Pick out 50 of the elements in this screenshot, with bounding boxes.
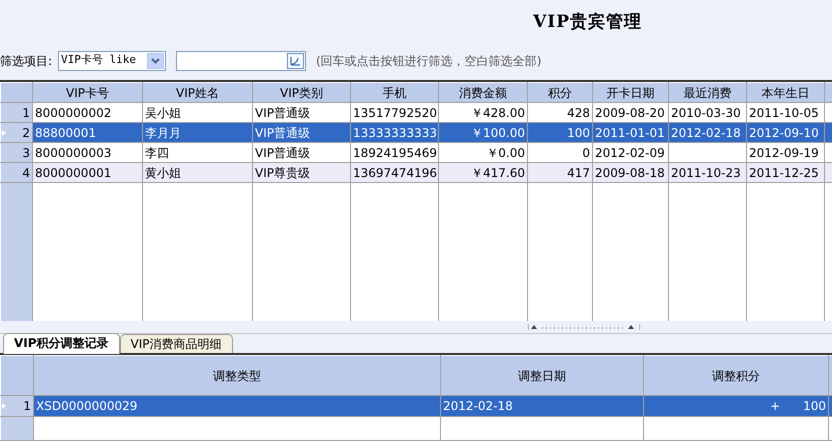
splitter-grip-icon[interactable]	[528, 324, 640, 330]
table-cell: 13333333333	[350, 122, 438, 142]
table-cell: 13697474196	[350, 162, 438, 182]
row-header[interactable]: 1	[0, 102, 32, 122]
filter-field-dropdown[interactable]: VIP卡号 like	[58, 50, 166, 70]
tab[interactable]: VIP积分调整记录	[3, 333, 120, 354]
current-row-arrow-icon	[2, 130, 6, 136]
column-header[interactable]: 本年生日	[746, 82, 824, 102]
table-cell: 2012-02-18	[440, 396, 644, 416]
tab[interactable]: VIP消费商品明细	[120, 334, 233, 353]
column-header[interactable]: VIP类别	[252, 82, 350, 102]
table-cell: 2011-10-23	[668, 162, 746, 182]
column-header[interactable]: 积分	[528, 82, 592, 102]
column-header[interactable]: VIP姓名	[142, 82, 252, 102]
current-row-arrow-icon	[2, 403, 6, 409]
column-header[interactable]: 调整类型	[34, 356, 440, 396]
row-header[interactable]: 2	[0, 122, 32, 142]
table-cell: + 100	[644, 396, 828, 416]
filter-label: 筛选项目:	[0, 52, 52, 70]
table-cell: 2009-08-18	[592, 162, 668, 182]
table-cell: 88800001	[32, 122, 142, 142]
table-cell: 100	[528, 122, 592, 142]
table-cell: 2011-12-25	[746, 162, 824, 182]
column-header[interactable]: 开卡日期	[592, 82, 668, 102]
column-header[interactable]: 消费金额	[438, 82, 528, 102]
table-cell: 8000000001	[32, 162, 142, 182]
table-cell: 黄小姐	[142, 162, 252, 182]
column-header[interactable]: 调整日期	[440, 356, 644, 396]
column-header[interactable]: 最近消费	[668, 82, 746, 102]
filter-input-field[interactable]	[176, 50, 306, 70]
row-header[interactable]: 3	[0, 142, 32, 162]
filter-button[interactable]	[287, 52, 304, 68]
table-cell: 2011-01-01	[592, 122, 668, 142]
table-cell: 417	[528, 162, 592, 182]
chart-icon[interactable]	[290, 56, 302, 66]
window-title: VIP贵宾管理	[533, 10, 642, 34]
table-cell: VIP尊贵级	[252, 162, 350, 182]
table-cell: 2012-02-18	[668, 122, 746, 142]
column-header[interactable]: 调整积分	[644, 356, 828, 396]
filter-hint: (回车或点击按钮进行筛选，空白筛选全部)	[316, 52, 542, 70]
row-header[interactable]: 1	[0, 396, 34, 416]
table-cell: VIP普通级	[252, 122, 350, 142]
table-cell: 2012-09-10	[746, 122, 824, 142]
row-header[interactable]: 4	[0, 162, 32, 182]
table-cell: ￥417.60	[438, 162, 528, 182]
column-header[interactable]: VIP卡号	[32, 82, 142, 102]
table-cell: ￥100.00	[438, 122, 528, 142]
column-header[interactable]: 手机	[350, 82, 438, 102]
table-cell: 李月月	[142, 122, 252, 142]
table-cell: XSD0000000029	[34, 396, 440, 416]
